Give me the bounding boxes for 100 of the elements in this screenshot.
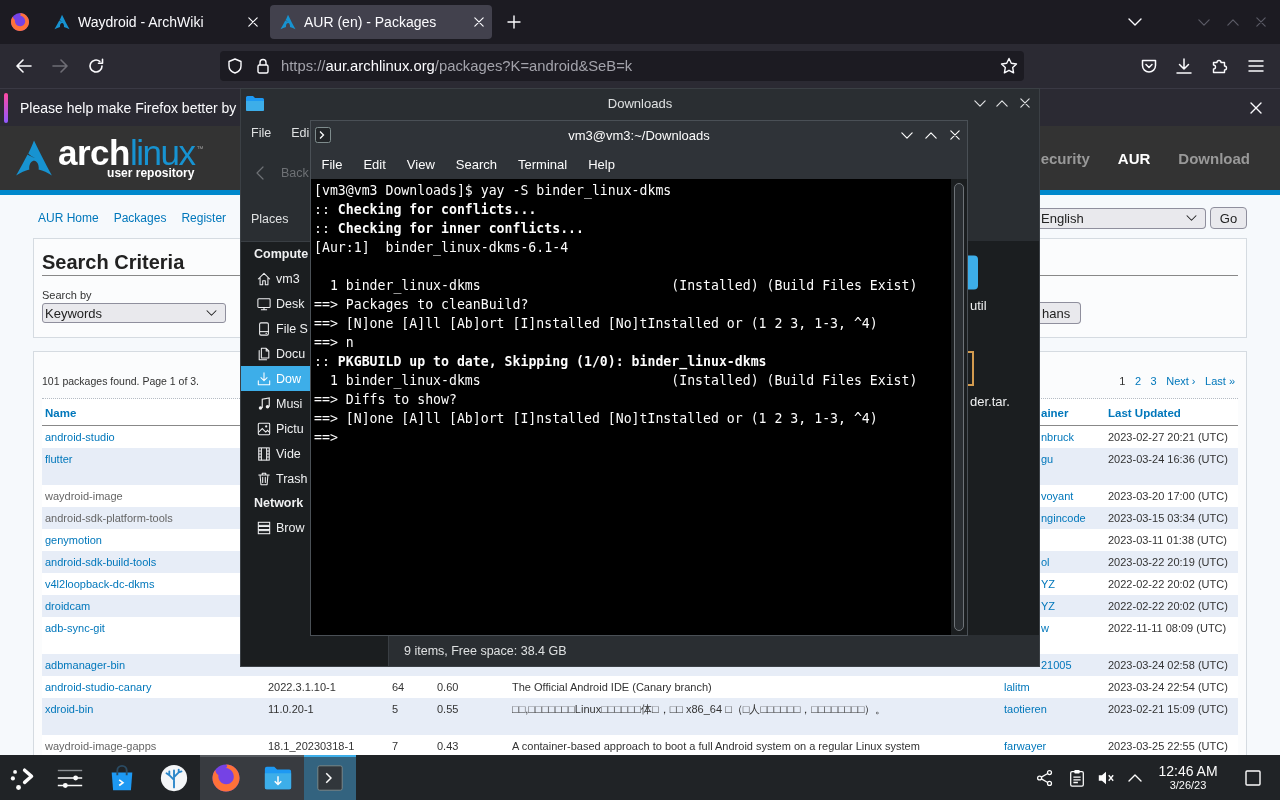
clock-time[interactable]: 12:46 AM (1158, 763, 1218, 779)
package-link[interactable]: xdroid-bin (45, 702, 94, 716)
nodes-icon[interactable] (1036, 768, 1054, 787)
places-item[interactable]: Desk (241, 291, 310, 316)
table-cell-text: The Official Android IDE (Canary branch) (512, 680, 713, 694)
maintainer-link[interactable]: ngincode (1041, 511, 1086, 525)
places-item[interactable]: Vide (241, 441, 310, 466)
package-link[interactable]: android-studio-canary (45, 680, 152, 694)
logo-wordmark[interactable]: archlinux (58, 136, 195, 168)
search-by-select[interactable]: Keywords (42, 303, 226, 323)
maintainer-link[interactable]: lalitm (1004, 680, 1030, 694)
square-icon[interactable] (1245, 769, 1261, 786)
page-link[interactable]: 3 (1150, 375, 1157, 387)
back-arrow-icon[interactable] (16, 59, 32, 73)
package-link[interactable]: android-studio (45, 430, 115, 444)
package-link[interactable]: adbmanager-bin (45, 658, 126, 672)
nav-link[interactable]: Packages (113, 211, 167, 225)
pocket-icon[interactable] (1141, 58, 1157, 74)
browser-logo-icon[interactable] (211, 762, 241, 793)
maintainer-link[interactable]: voyant (1041, 489, 1074, 503)
page-link[interactable]: 2 (1134, 375, 1142, 387)
reload-icon[interactable] (88, 58, 104, 74)
site-nav-link[interactable]: AUR (1117, 149, 1151, 167)
server-icon (257, 520, 271, 535)
package-link[interactable]: flutter (45, 452, 73, 466)
file-icon[interactable] (968, 351, 974, 386)
menu-item[interactable]: Terminal (518, 156, 568, 172)
page-link[interactable]: 1 (1119, 375, 1126, 387)
address-field[interactable]: https://aur.archlinux.org/packages?K=android&SeB=k (220, 51, 1024, 81)
scrollbar-handle[interactable] (954, 183, 964, 631)
maintainer-link[interactable]: ol (1041, 555, 1050, 569)
maintainer-link[interactable]: YZ (1041, 599, 1056, 613)
menu-item[interactable]: View (406, 156, 435, 172)
places-item[interactable]: Docu (241, 341, 310, 366)
package-link[interactable]: genymotion (45, 533, 102, 547)
chevron-up-icon[interactable] (1128, 773, 1142, 782)
maintainer-link[interactable]: nbruck (1041, 430, 1075, 444)
package-link[interactable]: v4l2loopback-dc-dkms (45, 577, 155, 591)
menu-icon[interactable] (1248, 60, 1264, 72)
nav-link[interactable]: Register (181, 211, 227, 225)
table-cell: 2023-03-15 03:34 (UTC) (1108, 511, 1228, 525)
puzzle-icon[interactable] (1212, 58, 1228, 74)
site-nav-link[interactable]: ecurity (1040, 149, 1090, 167)
maintainer-link[interactable]: YZ (1041, 577, 1056, 591)
maintainer-link[interactable]: 21005 (1041, 658, 1072, 672)
places-item[interactable]: File S (241, 316, 310, 341)
menu-item[interactable]: File (321, 156, 343, 172)
file-name[interactable]: der.tar. (970, 395, 1010, 409)
file-name[interactable]: util (970, 299, 987, 313)
maintainer-link[interactable]: taotieren (1004, 702, 1047, 716)
coral-icon[interactable] (159, 762, 189, 793)
terminal-icon[interactable] (315, 762, 345, 793)
plus-icon[interactable] (507, 15, 521, 29)
site-nav-link[interactable]: Download (1178, 149, 1250, 167)
star-icon[interactable] (1000, 57, 1018, 75)
page-link[interactable]: Next › (1166, 375, 1196, 387)
nav-link[interactable]: AUR Home (38, 211, 99, 225)
table-cell: 18.1_20230318-1 (268, 739, 355, 753)
menu-item[interactable]: File (251, 126, 272, 140)
package-link[interactable]: adb-sync-git (45, 621, 105, 635)
menu-item[interactable]: Search (455, 156, 497, 172)
maintainer-link[interactable]: farwayer (1004, 739, 1047, 753)
column-header[interactable]: ainer (1041, 406, 1069, 420)
clipboard-icon[interactable] (1068, 768, 1086, 787)
lock-icon[interactable] (257, 58, 269, 74)
language-select[interactable]: English (1040, 207, 1206, 229)
download-icon[interactable] (1176, 58, 1192, 74)
shield-icon[interactable] (228, 58, 242, 74)
package-link[interactable]: android-sdk-build-tools (45, 555, 157, 569)
table-cell: 2022-02-22 20:02 (UTC) (1108, 577, 1228, 591)
browser-tab[interactable]: Waydroid - ArchWiki (44, 5, 266, 39)
places-item[interactable]: Pictu (241, 416, 310, 441)
trash-icon (257, 471, 271, 486)
package-link[interactable]: droidcam (45, 599, 91, 613)
package-link[interactable]: android-sdk-platform-tools (45, 511, 173, 525)
browser-logo-icon[interactable] (10, 12, 30, 32)
chevron-down-icon[interactable] (1128, 18, 1142, 26)
table-cell: 2023-03-22 20:19 (UTC) (1108, 555, 1228, 569)
filter-button[interactable]: hans (1040, 302, 1082, 324)
column-header[interactable]: Name (45, 406, 77, 420)
places-item[interactable]: Musi (241, 391, 310, 416)
package-link[interactable]: waydroid-image-gapps (45, 739, 157, 753)
go-button[interactable]: Go (1210, 207, 1247, 229)
maintainer-link[interactable]: w (1041, 621, 1049, 635)
scrollbar[interactable] (951, 179, 967, 635)
page-link[interactable]: Last » (1205, 375, 1235, 387)
package-link[interactable]: waydroid-image (45, 489, 123, 503)
places-item[interactable]: Brow (241, 515, 310, 540)
terminal-line: ==> [N]one [A]ll [Ab]ort [I]nstalled [No]tInstalled or (1 2 3, 1-3, ^4) (314, 410, 878, 428)
folder-icon[interactable] (968, 255, 978, 290)
column-header[interactable]: Last Updated (1108, 406, 1181, 420)
window-title: vm3@vm3:~/Downloads (567, 127, 711, 143)
menu-item[interactable]: Help (588, 156, 615, 172)
browser-tab[interactable]: AUR (en) - Packages (270, 5, 492, 39)
menu-item[interactable]: Edi (291, 126, 310, 140)
menu-item[interactable]: Edit (363, 156, 386, 172)
maintainer-link[interactable]: gu (1041, 452, 1054, 466)
places-item[interactable]: Trash (241, 466, 310, 491)
clock-date[interactable]: 3/26/23 (1169, 779, 1207, 792)
table-cell: 0.43 (437, 739, 459, 753)
